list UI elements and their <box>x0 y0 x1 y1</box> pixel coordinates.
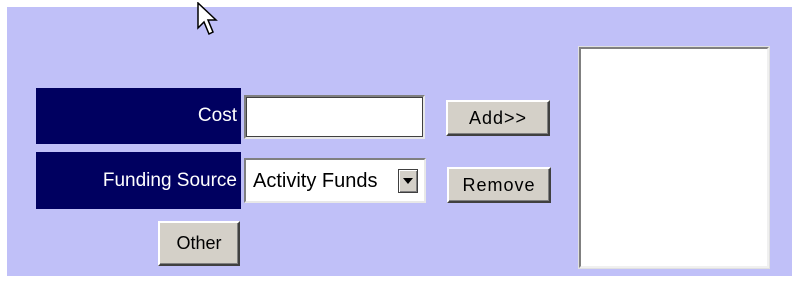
funding-source-value: Activity Funds <box>253 170 378 192</box>
other-button[interactable]: Other <box>158 221 240 266</box>
funding-source-label: Funding Source <box>36 152 241 209</box>
remove-button[interactable]: Remove <box>447 167 551 203</box>
funding-list-box[interactable] <box>578 46 770 269</box>
cost-input[interactable] <box>244 95 425 139</box>
cost-label: Cost <box>36 88 241 144</box>
funding-source-select[interactable]: Activity Funds <box>244 158 426 203</box>
mouse-pointer-icon <box>197 2 218 36</box>
chevron-down-icon[interactable] <box>398 169 418 193</box>
add-button[interactable]: Add>> <box>446 100 550 136</box>
